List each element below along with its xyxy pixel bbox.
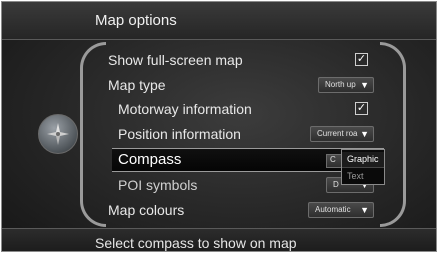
position-information-select[interactable]: Current roa ▼ bbox=[310, 126, 374, 142]
map-colours-select[interactable]: Automatic ▼ bbox=[308, 202, 374, 218]
checkmark-icon[interactable]: ✓ bbox=[355, 53, 368, 66]
dropdown-option-text[interactable]: Text bbox=[342, 169, 384, 185]
header-bar: Map options bbox=[2, 2, 436, 40]
menu-item-label: Map type bbox=[108, 77, 166, 93]
menu-item-label: Motorway information bbox=[118, 101, 252, 117]
triangle-down-icon: ▼ bbox=[360, 205, 369, 215]
map-type-select[interactable]: North up ▼ bbox=[318, 77, 374, 93]
menu-item-label: Compass bbox=[118, 151, 182, 168]
menu-item-show-full-screen-map[interactable]: Show full-screen map ✓ bbox=[102, 49, 384, 73]
compass-rose-icon[interactable] bbox=[38, 114, 78, 154]
menu-item-label: Map colours bbox=[108, 202, 185, 218]
select-value: Current roa bbox=[317, 129, 358, 138]
select-value: D bbox=[333, 180, 339, 189]
footer-bar: Select compass to show on map bbox=[2, 228, 436, 251]
triangle-down-icon: ▼ bbox=[360, 129, 369, 139]
help-text: Select compass to show on map bbox=[95, 235, 297, 251]
compass-dropdown: Graphic Text bbox=[341, 149, 385, 185]
menu-item-map-type[interactable]: Map type North up ▼ bbox=[102, 74, 384, 98]
menu-item-label: POI symbols bbox=[118, 177, 198, 193]
select-value: North up bbox=[325, 80, 356, 89]
triangle-down-icon: ▼ bbox=[360, 80, 369, 90]
checkmark-icon[interactable]: ✓ bbox=[355, 102, 368, 115]
page-title: Map options bbox=[95, 12, 177, 29]
menu-item-map-colours[interactable]: Map colours Automatic ▼ bbox=[102, 199, 384, 223]
menu-item-label: Show full-screen map bbox=[108, 52, 243, 68]
dropdown-option-graphic[interactable]: Graphic bbox=[342, 152, 384, 168]
dropdown-option-label: Graphic bbox=[347, 154, 379, 164]
dropdown-option-label: Text bbox=[347, 171, 364, 181]
menu-item-position-information[interactable]: Position information Current roa ▼ bbox=[112, 123, 384, 147]
select-value: Automatic bbox=[315, 205, 351, 214]
map-options-screen: Map options Show full-screen map ✓ Map t… bbox=[1, 1, 437, 252]
compass-rose-glyph bbox=[47, 123, 69, 145]
menu-item-motorway-information[interactable]: Motorway information ✓ bbox=[112, 98, 384, 122]
menu-item-label: Position information bbox=[118, 126, 241, 142]
